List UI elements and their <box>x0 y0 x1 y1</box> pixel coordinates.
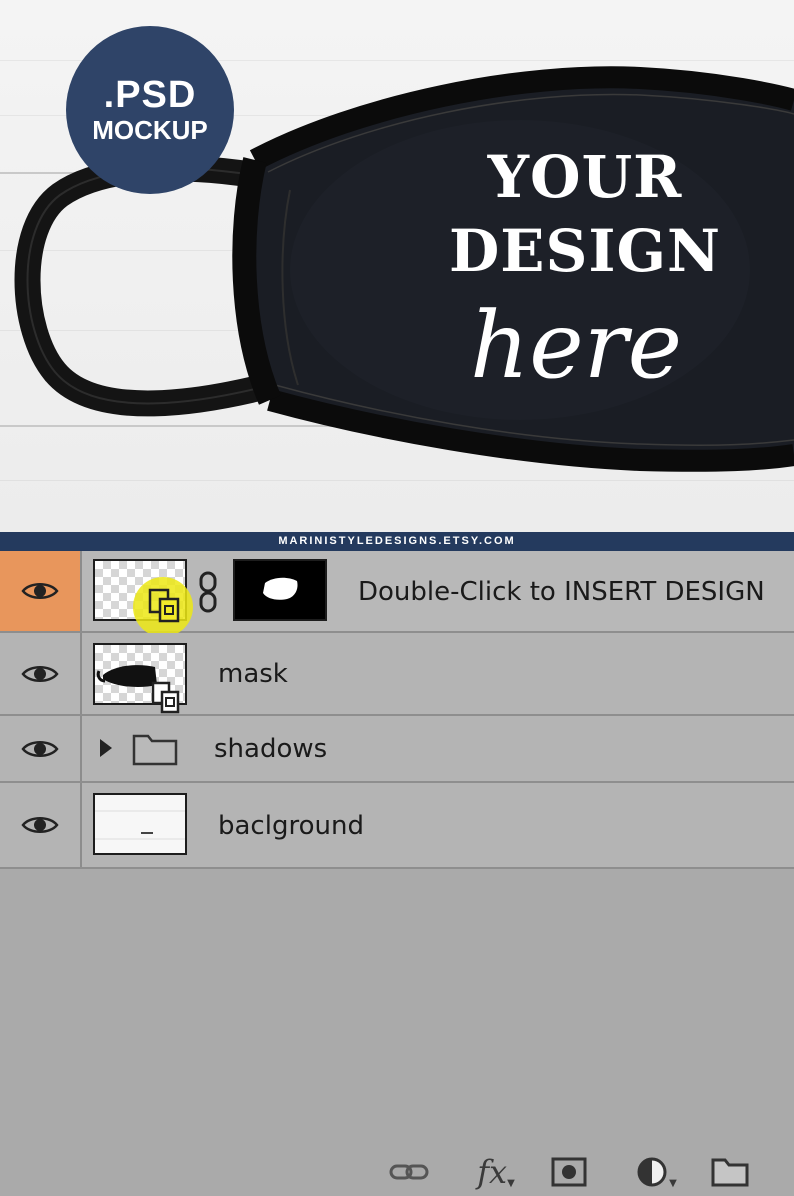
layer-row-shadows[interactable]: shadows <box>0 716 794 783</box>
design-script-text: here <box>470 292 683 399</box>
dropdown-arrow-icon: ▼ <box>669 1177 677 1189</box>
link-icon <box>389 1164 429 1180</box>
layer-name[interactable]: Double-Click to INSERT DESIGN <box>358 577 765 607</box>
layer-name[interactable]: shadows <box>214 734 327 764</box>
layer-row-insert-design[interactable]: Double-Click to INSERT DESIGN <box>0 551 794 637</box>
layer-thumbnail[interactable] <box>93 793 187 855</box>
badge-line-2: MOCKUP <box>92 115 208 145</box>
badge-line-1: .PSD <box>103 74 197 116</box>
add-mask-button[interactable] <box>548 1152 590 1192</box>
layer-row-mask[interactable]: mask <box>0 633 794 716</box>
design-line-2: DESIGN <box>448 217 722 285</box>
smart-object-icon <box>148 588 180 623</box>
layer-name[interactable]: baclground <box>218 811 364 841</box>
eye-icon <box>21 817 59 833</box>
background-preview <box>95 810 185 840</box>
eye-icon <box>21 665 59 682</box>
layer-row-background[interactable]: baclground <box>0 783 794 869</box>
shop-url-banner: MARINISTYLEDESIGNS.ETSY.COM <box>0 532 794 551</box>
psd-mockup-badge: .PSD MOCKUP <box>66 26 234 194</box>
expand-triangle-icon[interactable] <box>98 737 114 759</box>
layers-toolbar: fx ▼ ▼ <box>0 1146 794 1196</box>
visibility-toggle[interactable] <box>0 551 82 631</box>
layer-mask-thumbnail[interactable] <box>233 559 327 621</box>
eye-icon <box>21 740 59 757</box>
folder-icon <box>132 734 178 766</box>
layers-panel: Double-Click to INSERT DESIGN mask shado… <box>0 551 794 1196</box>
adjustment-icon <box>637 1157 667 1187</box>
link-layers-button[interactable] <box>386 1152 432 1192</box>
layer-name[interactable]: mask <box>218 659 288 689</box>
visibility-toggle[interactable] <box>0 716 82 781</box>
visibility-toggle[interactable] <box>0 633 82 714</box>
design-line-1: YOUR <box>487 143 683 211</box>
mask-shape <box>263 577 298 600</box>
dropdown-arrow-icon: ▼ <box>507 1177 515 1189</box>
mockup-preview: .PSD MOCKUP YOUR DESIGN here <box>0 0 794 532</box>
fx-icon: fx <box>477 1153 508 1191</box>
visibility-toggle[interactable] <box>0 783 82 867</box>
eye-icon <box>21 583 59 599</box>
add-layer-style-button[interactable]: fx ▼ <box>468 1152 524 1192</box>
add-mask-icon <box>551 1157 587 1187</box>
design-placeholder-text: YOUR DESIGN <box>440 140 730 288</box>
smart-object-icon <box>151 681 180 714</box>
new-group-button[interactable] <box>708 1152 752 1192</box>
link-chain-icon[interactable] <box>197 570 219 614</box>
new-group-icon <box>711 1158 749 1187</box>
new-adjustment-layer-button[interactable]: ▼ <box>630 1152 682 1192</box>
